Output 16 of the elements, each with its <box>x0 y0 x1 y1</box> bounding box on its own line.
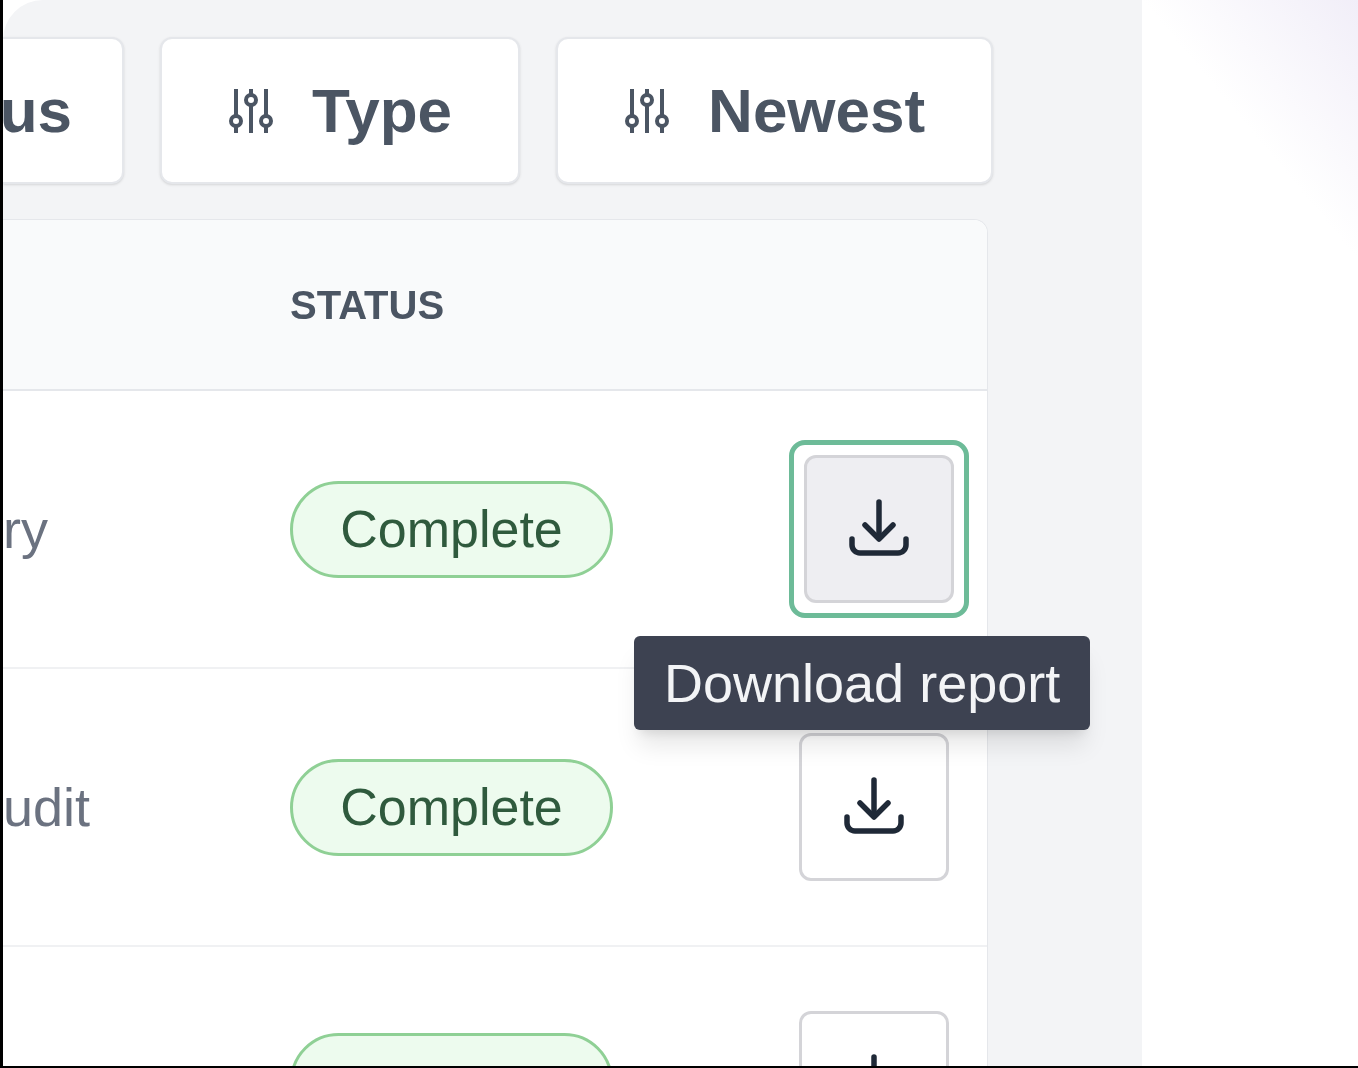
filter-button[interactable]: us <box>3 37 124 184</box>
filter-button[interactable]: Type <box>160 37 521 184</box>
download-button[interactable] <box>799 733 949 881</box>
column-header: STATUS <box>290 281 445 329</box>
sliders-icon <box>624 86 671 135</box>
download-icon <box>848 499 910 559</box>
report-name: ry <box>3 498 48 559</box>
download-icon <box>871 1054 877 1066</box>
download-icon <box>843 777 905 837</box>
tooltip: Download report <box>634 636 1091 730</box>
status-badge: Complete <box>290 758 613 856</box>
filter-button[interactable]: Newest <box>556 37 994 184</box>
download-button[interactable] <box>804 455 954 603</box>
status-badge: Complete <box>290 480 613 578</box>
report-name: udit <box>3 776 91 837</box>
sliders-icon <box>228 86 274 135</box>
